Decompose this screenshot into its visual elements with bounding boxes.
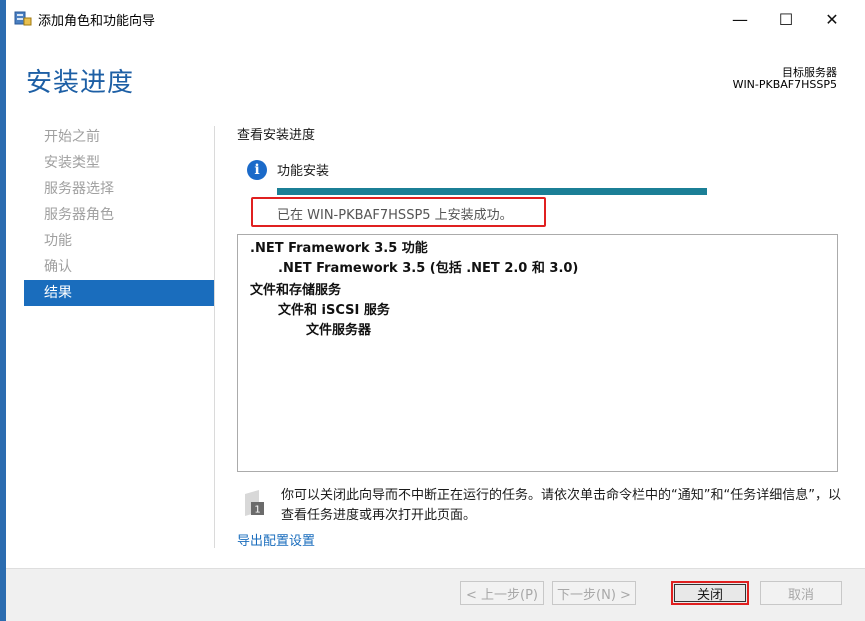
cancel-button[interactable]: 取消	[760, 581, 842, 605]
maximize-icon: ☐	[778, 9, 794, 29]
server-manager-icon	[14, 11, 32, 26]
nav-step-results[interactable]: 结果	[24, 280, 214, 306]
nav-step-server-roles: 服务器角色	[44, 207, 114, 223]
info-icon: i	[247, 160, 267, 180]
wizard-steps-nav: 开始之前 安装类型 服务器选择 服务器角色 功能 确认 结果	[24, 124, 214, 306]
wizard-header: 安装进度 目标服务器 WIN-PKBAF7HSSP5	[6, 38, 865, 110]
nav-step-features: 功能	[44, 233, 72, 249]
next-button[interactable]: 下一步(N) >	[552, 581, 636, 605]
list-item: 文件和存储服务	[250, 283, 342, 298]
svg-text:1: 1	[254, 505, 260, 516]
installation-progress-bar	[277, 188, 707, 195]
target-server-name: WIN-PKBAF7HSSP5	[732, 78, 837, 91]
nav-step-before-you-begin: 开始之前	[44, 129, 100, 145]
nav-divider	[214, 126, 215, 548]
close-icon: ✕	[825, 9, 839, 29]
note-line-2: 查看任务进度或再次打开此页面。	[281, 508, 477, 523]
export-configuration-link[interactable]: 导出配置设置	[237, 530, 315, 549]
list-item: .NET Framework 3.5 (包括 .NET 2.0 和 3.0)	[278, 261, 579, 276]
list-item: 文件和 iSCSI 服务	[278, 303, 390, 318]
close-button[interactable]: 关闭	[671, 581, 749, 605]
minimize-icon: —	[732, 9, 748, 29]
window-title: 添加角色和功能向导	[38, 14, 156, 29]
list-item: .NET Framework 3.5 功能	[250, 241, 428, 256]
feature-installation-label: 功能安装	[277, 164, 330, 179]
page-title: 安装进度	[26, 68, 135, 98]
section-heading: 查看安装进度	[237, 128, 316, 143]
note-line-1: 你可以关闭此向导而不中断正在运行的任务。请依次单击命令栏中的“通知”和“任务详细…	[281, 488, 841, 503]
wizard-note: 你可以关闭此向导而不中断正在运行的任务。请依次单击命令栏中的“通知”和“任务详细…	[281, 486, 841, 526]
maximize-button[interactable]: ☐	[763, 0, 809, 38]
nav-step-confirmation: 确认	[44, 259, 72, 275]
list-item: 文件服务器	[306, 323, 372, 338]
nav-step-installation-type: 安装类型	[44, 155, 100, 171]
progress-fill	[277, 188, 707, 195]
title-bar[interactable]: 添加角色和功能向导 — ☐ ✕	[6, 0, 865, 38]
minimize-button[interactable]: —	[717, 0, 763, 38]
close-window-button[interactable]: ✕	[809, 0, 855, 38]
previous-button[interactable]: < 上一步(P)	[460, 581, 544, 605]
installation-results-list[interactable]: .NET Framework 3.5 功能 .NET Framework 3.5…	[237, 234, 838, 472]
nav-step-server-selection: 服务器选择	[44, 181, 114, 197]
installation-status-text: 已在 WIN-PKBAF7HSSP5 上安装成功。	[277, 208, 513, 223]
notification-flag-icon: 1	[245, 490, 264, 516]
